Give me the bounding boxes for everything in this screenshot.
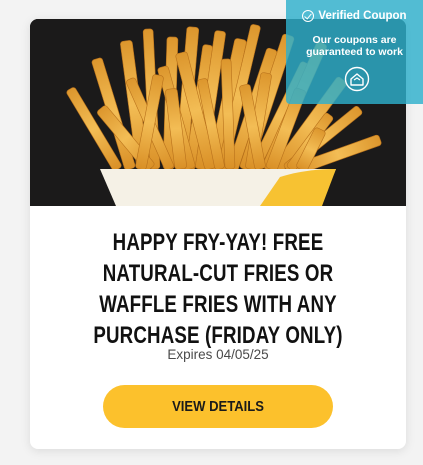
- view-details-label: VIEW DETAILS: [172, 398, 264, 415]
- house-shield-icon: [344, 66, 370, 92]
- verified-badge-title: Verified Coupon: [318, 10, 407, 22]
- verified-coupon-badge: Verified Coupon Our coupons are guarante…: [286, 0, 423, 104]
- offer-title: HAPPY FRY-YAY! FREE NATURAL-CUT FRIES OR…: [93, 229, 343, 349]
- check-circle-icon: [302, 10, 315, 22]
- verified-badge-header: Verified Coupon: [286, 10, 423, 22]
- verified-badge-subtitle-line2: guaranteed to work: [306, 46, 403, 58]
- expiration-date: Expires 04/05/25: [167, 347, 269, 362]
- verified-badge-subtitle: Our coupons are guaranteed to work: [286, 34, 423, 58]
- view-details-button[interactable]: VIEW DETAILS: [103, 385, 333, 428]
- verified-badge-subtitle-line1: Our coupons are: [312, 34, 397, 46]
